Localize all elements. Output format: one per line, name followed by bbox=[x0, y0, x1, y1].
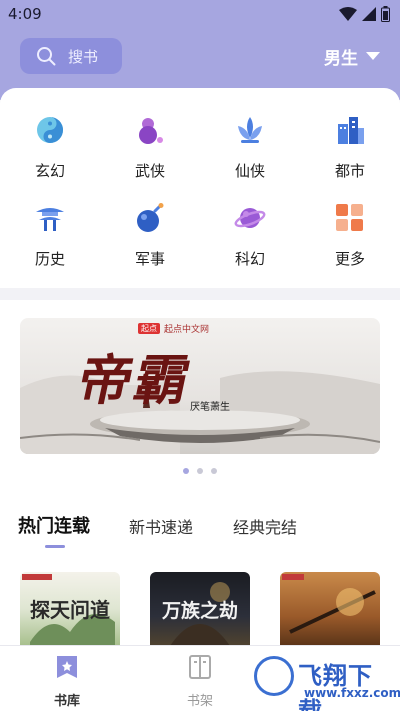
cover-art bbox=[282, 574, 376, 634]
search-button[interactable]: 搜书 bbox=[20, 38, 122, 74]
yin-yang-icon bbox=[37, 117, 63, 143]
nav-bookshelf[interactable]: 书架 bbox=[170, 654, 230, 709]
banner-logo-badge: 起点 bbox=[138, 323, 160, 334]
battery-icon bbox=[381, 6, 390, 22]
gender-label: 男生 bbox=[324, 49, 358, 69]
watermark-text: 飞翔下载 bbox=[298, 662, 373, 711]
pagoda-icon bbox=[36, 208, 64, 231]
category-wuxia[interactable]: 武侠 bbox=[110, 114, 190, 184]
nav-label: 书库 bbox=[53, 694, 80, 709]
carousel-dots bbox=[183, 468, 217, 474]
signal-icon bbox=[362, 7, 376, 21]
planet-icon bbox=[234, 208, 266, 228]
bookshelf-icon bbox=[189, 655, 211, 679]
carousel-dot-active[interactable] bbox=[183, 468, 189, 474]
lotus-icon bbox=[238, 117, 262, 143]
category-junshi[interactable]: 军事 bbox=[110, 202, 190, 272]
banner-author: 厌笔萧生 bbox=[190, 402, 230, 413]
banner-carousel[interactable]: 起点 起点中文网 帝霸 厌笔萧生 bbox=[20, 318, 380, 454]
tab-hot-serial[interactable]: 热门连载 bbox=[18, 512, 90, 538]
wifi-icon bbox=[339, 7, 357, 21]
banner-section: 起点 起点中文网 帝霸 厌笔萧生 bbox=[0, 300, 400, 486]
category-label: 都市 bbox=[334, 162, 365, 180]
site-watermark: 飞翔下载 www.fxxz.com bbox=[254, 652, 400, 711]
category-more[interactable]: 更多 bbox=[310, 202, 390, 272]
search-label: 搜书 bbox=[68, 47, 99, 66]
book-tabs: 热门连载 新书速递 经典完结 bbox=[0, 486, 400, 556]
tab-classic-complete[interactable]: 经典完结 bbox=[233, 514, 297, 538]
banner-logo-text: 起点中文网 bbox=[164, 325, 210, 335]
carousel-dot[interactable] bbox=[197, 468, 203, 474]
book-cover[interactable] bbox=[280, 572, 380, 646]
category-label: 更多 bbox=[334, 250, 365, 268]
book-cover[interactable]: 探天问道 bbox=[20, 572, 120, 646]
book-cover-title: 万族之劫 bbox=[161, 600, 238, 622]
category-lishi[interactable]: 历史 bbox=[10, 202, 90, 272]
book-list: 探天问道 万族之劫 bbox=[0, 556, 400, 646]
status-bar: 4:09 bbox=[0, 0, 400, 28]
banner-logo: 起点 起点中文网 bbox=[138, 322, 209, 335]
tab-new-books[interactable]: 新书速递 bbox=[129, 514, 193, 538]
banner-art bbox=[20, 371, 380, 454]
category-label: 历史 bbox=[34, 250, 65, 268]
watermark-logo bbox=[254, 656, 294, 696]
status-icons bbox=[339, 6, 390, 22]
watermark-url: www.fxxz.com bbox=[304, 686, 400, 700]
book-cover-title: 探天问道 bbox=[30, 598, 110, 622]
bomb-icon bbox=[137, 203, 164, 232]
status-time: 4:09 bbox=[8, 5, 42, 23]
category-kehuan[interactable]: 科幻 bbox=[210, 202, 290, 272]
nav-library[interactable]: 书库 bbox=[37, 654, 97, 709]
carousel-dot[interactable] bbox=[211, 468, 217, 474]
book-cover[interactable]: 万族之劫 bbox=[150, 572, 250, 646]
category-dushi[interactable]: 都市 bbox=[310, 114, 390, 184]
banner-title: 帝霸 bbox=[72, 348, 198, 412]
search-icon bbox=[37, 47, 56, 66]
gender-dropdown[interactable]: 男生 bbox=[324, 44, 380, 69]
category-label: 军事 bbox=[134, 250, 165, 268]
category-xuanhuan[interactable]: 玄幻 bbox=[10, 114, 90, 184]
caret-down-icon bbox=[366, 52, 380, 60]
category-xianxia[interactable]: 仙侠 bbox=[210, 114, 290, 184]
category-label: 科幻 bbox=[234, 250, 265, 268]
city-buildings-icon bbox=[338, 117, 364, 144]
nav-label: 书架 bbox=[186, 694, 213, 709]
grid-icon bbox=[336, 204, 363, 231]
tab-indicator bbox=[45, 545, 65, 548]
library-icon bbox=[57, 656, 77, 678]
category-label: 仙侠 bbox=[234, 162, 265, 180]
category-label: 玄幻 bbox=[34, 162, 65, 180]
category-grid: 玄幻 武侠 仙侠 都市 历史 军事 科幻 更多 bbox=[0, 88, 400, 288]
gourd-icon bbox=[139, 118, 163, 144]
category-label: 武侠 bbox=[134, 162, 165, 180]
